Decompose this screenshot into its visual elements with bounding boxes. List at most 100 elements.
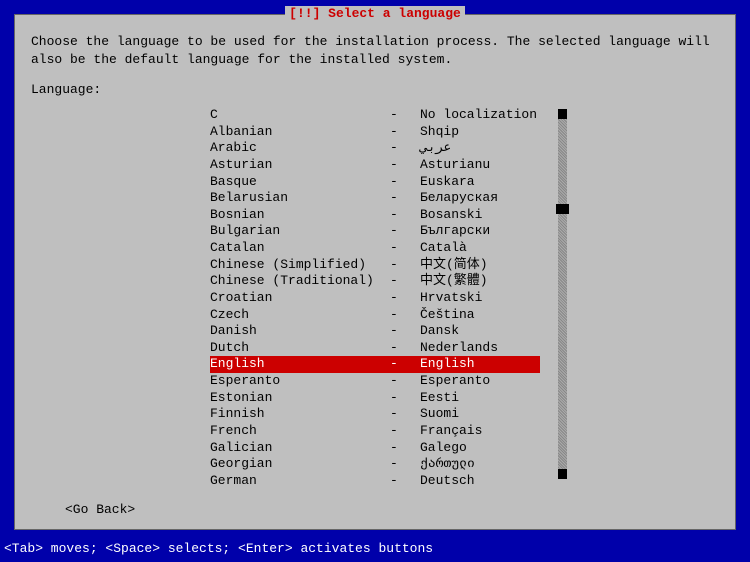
separator: - bbox=[390, 456, 420, 473]
separator: - bbox=[390, 157, 420, 174]
dialog: [!!] Select a language Choose the langua… bbox=[14, 14, 736, 530]
language-name: Belarusian bbox=[210, 190, 390, 207]
separator: - bbox=[390, 190, 420, 207]
title-bar: [!!] Select a language bbox=[15, 6, 735, 21]
language-name: Chinese (Simplified) bbox=[210, 257, 390, 274]
language-name: Czech bbox=[210, 307, 390, 324]
separator: - bbox=[390, 107, 420, 124]
separator: - bbox=[390, 440, 420, 457]
separator: - bbox=[390, 373, 420, 390]
language-native: English bbox=[420, 356, 540, 373]
language-row[interactable]: C-No localization bbox=[210, 107, 540, 124]
separator: - bbox=[390, 423, 420, 440]
separator: - bbox=[390, 207, 420, 224]
separator: - bbox=[390, 240, 420, 257]
language-native: Français bbox=[420, 423, 540, 440]
separator: - bbox=[390, 174, 420, 191]
field-label: Language: bbox=[31, 82, 719, 97]
language-native: Български bbox=[420, 223, 540, 240]
language-row[interactable]: Basque-Euskara bbox=[210, 174, 540, 191]
language-name: Galician bbox=[210, 440, 390, 457]
language-name: Dutch bbox=[210, 340, 390, 357]
language-native: 中文(简体) bbox=[420, 257, 540, 274]
language-native: No localization bbox=[420, 107, 540, 124]
language-name: Albanian bbox=[210, 124, 390, 141]
language-native: Bosanski bbox=[420, 207, 540, 224]
separator: - bbox=[390, 340, 420, 357]
language-name: C bbox=[210, 107, 390, 124]
language-native: Euskara bbox=[420, 174, 540, 191]
language-native: Беларуская bbox=[420, 190, 540, 207]
language-name: Finnish bbox=[210, 406, 390, 423]
language-row[interactable]: Georgian-ქართული bbox=[210, 456, 540, 473]
scroll-up-icon[interactable] bbox=[558, 109, 567, 119]
separator: - bbox=[390, 223, 420, 240]
separator: - bbox=[390, 124, 420, 141]
language-native: Deutsch bbox=[420, 473, 540, 490]
language-name: Bulgarian bbox=[210, 223, 390, 240]
separator: - bbox=[390, 290, 420, 307]
language-name: Asturian bbox=[210, 157, 390, 174]
language-row[interactable]: Esperanto-Esperanto bbox=[210, 373, 540, 390]
language-row[interactable]: Croatian-Hrvatski bbox=[210, 290, 540, 307]
language-native: Dansk bbox=[420, 323, 540, 340]
language-native: Suomi bbox=[420, 406, 540, 423]
language-native: عربي bbox=[420, 140, 540, 157]
language-name: Bosnian bbox=[210, 207, 390, 224]
scroll-thumb[interactable] bbox=[556, 204, 569, 214]
language-row[interactable]: French-Français bbox=[210, 423, 540, 440]
dialog-content: Choose the language to be used for the i… bbox=[15, 15, 735, 489]
separator: - bbox=[390, 473, 420, 490]
dialog-title: [!!] Select a language bbox=[285, 6, 465, 21]
language-row[interactable]: Danish-Dansk bbox=[210, 323, 540, 340]
separator: - bbox=[390, 406, 420, 423]
language-row[interactable]: Belarusian-Беларуская bbox=[210, 190, 540, 207]
separator: - bbox=[390, 356, 420, 373]
language-native: Esperanto bbox=[420, 373, 540, 390]
language-row[interactable]: English-English bbox=[210, 356, 540, 373]
scroll-down-icon[interactable] bbox=[558, 469, 567, 479]
separator: - bbox=[390, 140, 420, 157]
language-name: Estonian bbox=[210, 390, 390, 407]
language-name: French bbox=[210, 423, 390, 440]
separator: - bbox=[390, 273, 420, 290]
language-row[interactable]: German-Deutsch bbox=[210, 473, 540, 490]
language-name: Croatian bbox=[210, 290, 390, 307]
language-row[interactable]: Estonian-Eesti bbox=[210, 390, 540, 407]
language-row[interactable]: Chinese (Simplified)-中文(简体) bbox=[210, 257, 540, 274]
scrollbar[interactable] bbox=[558, 109, 567, 479]
language-row[interactable]: Bosnian-Bosanski bbox=[210, 207, 540, 224]
language-native: Asturianu bbox=[420, 157, 540, 174]
language-name: Catalan bbox=[210, 240, 390, 257]
language-native: Eesti bbox=[420, 390, 540, 407]
footer-hint: <Tab> moves; <Space> selects; <Enter> ac… bbox=[4, 541, 433, 556]
language-row[interactable]: Bulgarian-Български bbox=[210, 223, 540, 240]
language-row[interactable]: Catalan-Català bbox=[210, 240, 540, 257]
language-name: Basque bbox=[210, 174, 390, 191]
language-name: German bbox=[210, 473, 390, 490]
language-row[interactable]: Albanian-Shqip bbox=[210, 124, 540, 141]
language-row[interactable]: Czech-Čeština bbox=[210, 307, 540, 324]
language-native: ქართული bbox=[420, 456, 540, 473]
language-row[interactable]: Chinese (Traditional)-中文(繁體) bbox=[210, 273, 540, 290]
separator: - bbox=[390, 257, 420, 274]
language-row[interactable]: Arabic-عربي bbox=[210, 140, 540, 157]
language-name: Danish bbox=[210, 323, 390, 340]
language-native: Čeština bbox=[420, 307, 540, 324]
language-native: Nederlands bbox=[420, 340, 540, 357]
language-native: 中文(繁體) bbox=[420, 273, 540, 290]
language-name: Esperanto bbox=[210, 373, 390, 390]
language-row[interactable]: Asturian-Asturianu bbox=[210, 157, 540, 174]
language-list-wrap: C-No localizationAlbanian-ShqipArabic-عر… bbox=[31, 107, 719, 489]
separator: - bbox=[390, 323, 420, 340]
go-back-button[interactable]: <Go Back> bbox=[65, 502, 135, 517]
language-name: Arabic bbox=[210, 140, 390, 157]
language-row[interactable]: Finnish-Suomi bbox=[210, 406, 540, 423]
language-row[interactable]: Galician-Galego bbox=[210, 440, 540, 457]
language-native: Català bbox=[420, 240, 540, 257]
separator: - bbox=[390, 307, 420, 324]
language-name: English bbox=[210, 356, 390, 373]
language-native: Hrvatski bbox=[420, 290, 540, 307]
language-row[interactable]: Dutch-Nederlands bbox=[210, 340, 540, 357]
language-list[interactable]: C-No localizationAlbanian-ShqipArabic-عر… bbox=[210, 107, 540, 489]
